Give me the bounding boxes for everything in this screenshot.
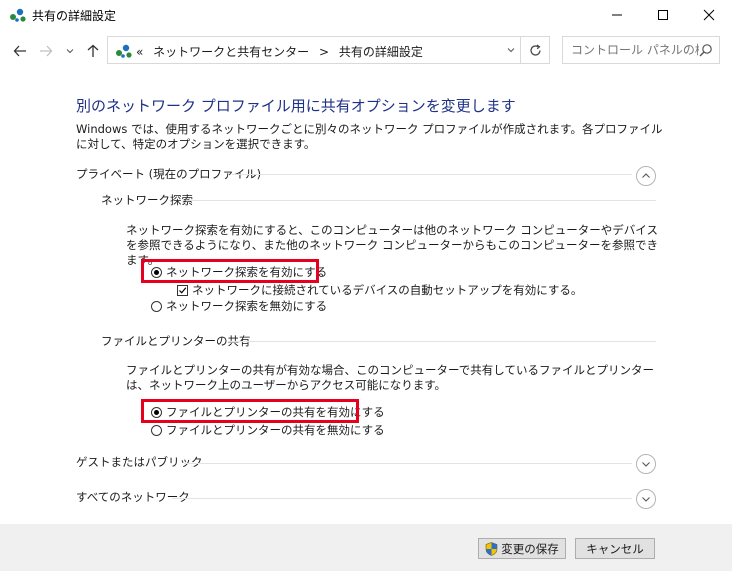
window-title: 共有の詳細設定 bbox=[32, 9, 117, 23]
divider bbox=[184, 463, 632, 464]
shield-icon bbox=[485, 541, 498, 556]
footer-bar: 変更の保存 キャンセル bbox=[0, 524, 732, 571]
minimize-icon bbox=[612, 14, 622, 16]
forward-arrow-icon bbox=[40, 45, 53, 57]
page-title: 別のネットワーク プロファイル用に共有オプションを変更します bbox=[76, 97, 516, 115]
network-discovery-off-label: ネットワーク探索を無効にする bbox=[166, 299, 328, 313]
network-discovery-title: ネットワーク探索 bbox=[101, 193, 193, 207]
breadcrumb-separator[interactable]: > bbox=[319, 45, 329, 59]
chevron-down-icon bbox=[507, 48, 515, 53]
title-bar: 共有の詳細設定 bbox=[0, 0, 732, 30]
minimize-button[interactable] bbox=[594, 0, 640, 30]
radio-unselected[interactable] bbox=[151, 300, 162, 312]
file-sharing-off-radio[interactable]: ファイルとプリンターの共有を無効にする bbox=[151, 422, 385, 438]
back-arrow-icon bbox=[13, 45, 26, 57]
breadcrumb-network-center[interactable]: ネットワークと共有センター bbox=[153, 45, 309, 59]
address-bar[interactable]: « ネットワークと共有センター > 共有の詳細設定 bbox=[107, 36, 550, 64]
search-box[interactable] bbox=[562, 36, 720, 64]
up-button[interactable] bbox=[83, 41, 103, 61]
chevron-down-icon bbox=[642, 497, 650, 502]
divider bbox=[172, 498, 632, 499]
file-sharing-text: ファイルとプリンターの共有が有効な場合、このコンピューターで共有しているファイル… bbox=[126, 363, 654, 392]
network-icon bbox=[10, 8, 26, 22]
chevron-down-icon bbox=[642, 462, 650, 467]
breadcrumb-current[interactable]: 共有の詳細設定 bbox=[339, 45, 423, 59]
search-input[interactable] bbox=[569, 42, 701, 58]
refresh-icon bbox=[529, 44, 541, 56]
refresh-button[interactable] bbox=[520, 36, 550, 64]
save-changes-button[interactable]: 変更の保存 bbox=[478, 538, 566, 559]
maximize-icon bbox=[658, 10, 668, 20]
recent-pages-button[interactable] bbox=[63, 41, 77, 61]
checkmark-icon bbox=[179, 286, 187, 294]
divider bbox=[186, 200, 656, 201]
divider bbox=[228, 341, 656, 342]
auto-setup-label: ネットワークに接続されているデバイスの自動セットアップを有効にする。 bbox=[192, 283, 583, 297]
expand-all-networks-button[interactable] bbox=[636, 489, 656, 509]
chevron-down-icon bbox=[66, 49, 74, 54]
back-button[interactable] bbox=[10, 41, 30, 61]
breadcrumb: « ネットワークと共有センター > 共有の詳細設定 bbox=[136, 43, 429, 60]
close-icon bbox=[703, 9, 715, 21]
save-changes-label: 変更の保存 bbox=[501, 541, 559, 556]
cancel-label: キャンセル bbox=[586, 541, 644, 556]
auto-setup-checkbox[interactable]: ネットワークに接続されているデバイスの自動セットアップを有効にする。 bbox=[177, 282, 582, 298]
file-sharing-off-label: ファイルとプリンターの共有を無効にする bbox=[166, 423, 385, 437]
chevron-up-icon bbox=[642, 173, 650, 178]
address-dropdown-button[interactable] bbox=[502, 36, 520, 64]
network-icon bbox=[116, 44, 132, 58]
section-guest-label[interactable]: ゲストまたはパブリック bbox=[76, 454, 203, 470]
search-icon[interactable] bbox=[699, 43, 713, 57]
network-discovery-off-radio[interactable]: ネットワーク探索を無効にする bbox=[151, 298, 327, 314]
breadcrumb-overflow[interactable]: « bbox=[136, 45, 143, 59]
main-content: 別のネットワーク プロファイル用に共有オプションを変更します Windows で… bbox=[0, 72, 732, 524]
collapse-private-button[interactable] bbox=[636, 166, 656, 186]
maximize-button[interactable] bbox=[640, 0, 686, 30]
close-button[interactable] bbox=[686, 0, 732, 30]
up-arrow-icon bbox=[87, 44, 99, 57]
highlight-box bbox=[141, 399, 359, 423]
section-all-networks-label[interactable]: すべてのネットワーク bbox=[76, 489, 190, 505]
cancel-button[interactable]: キャンセル bbox=[575, 538, 655, 559]
expand-guest-button[interactable] bbox=[636, 454, 656, 474]
checkbox-checked[interactable] bbox=[177, 284, 188, 296]
radio-unselected[interactable] bbox=[151, 424, 162, 436]
divider bbox=[232, 174, 632, 175]
highlight-box bbox=[141, 259, 319, 283]
page-description: Windows では、使用するネットワークごとに別々のネットワーク プロファイル… bbox=[76, 122, 663, 151]
forward-button[interactable] bbox=[36, 41, 56, 61]
